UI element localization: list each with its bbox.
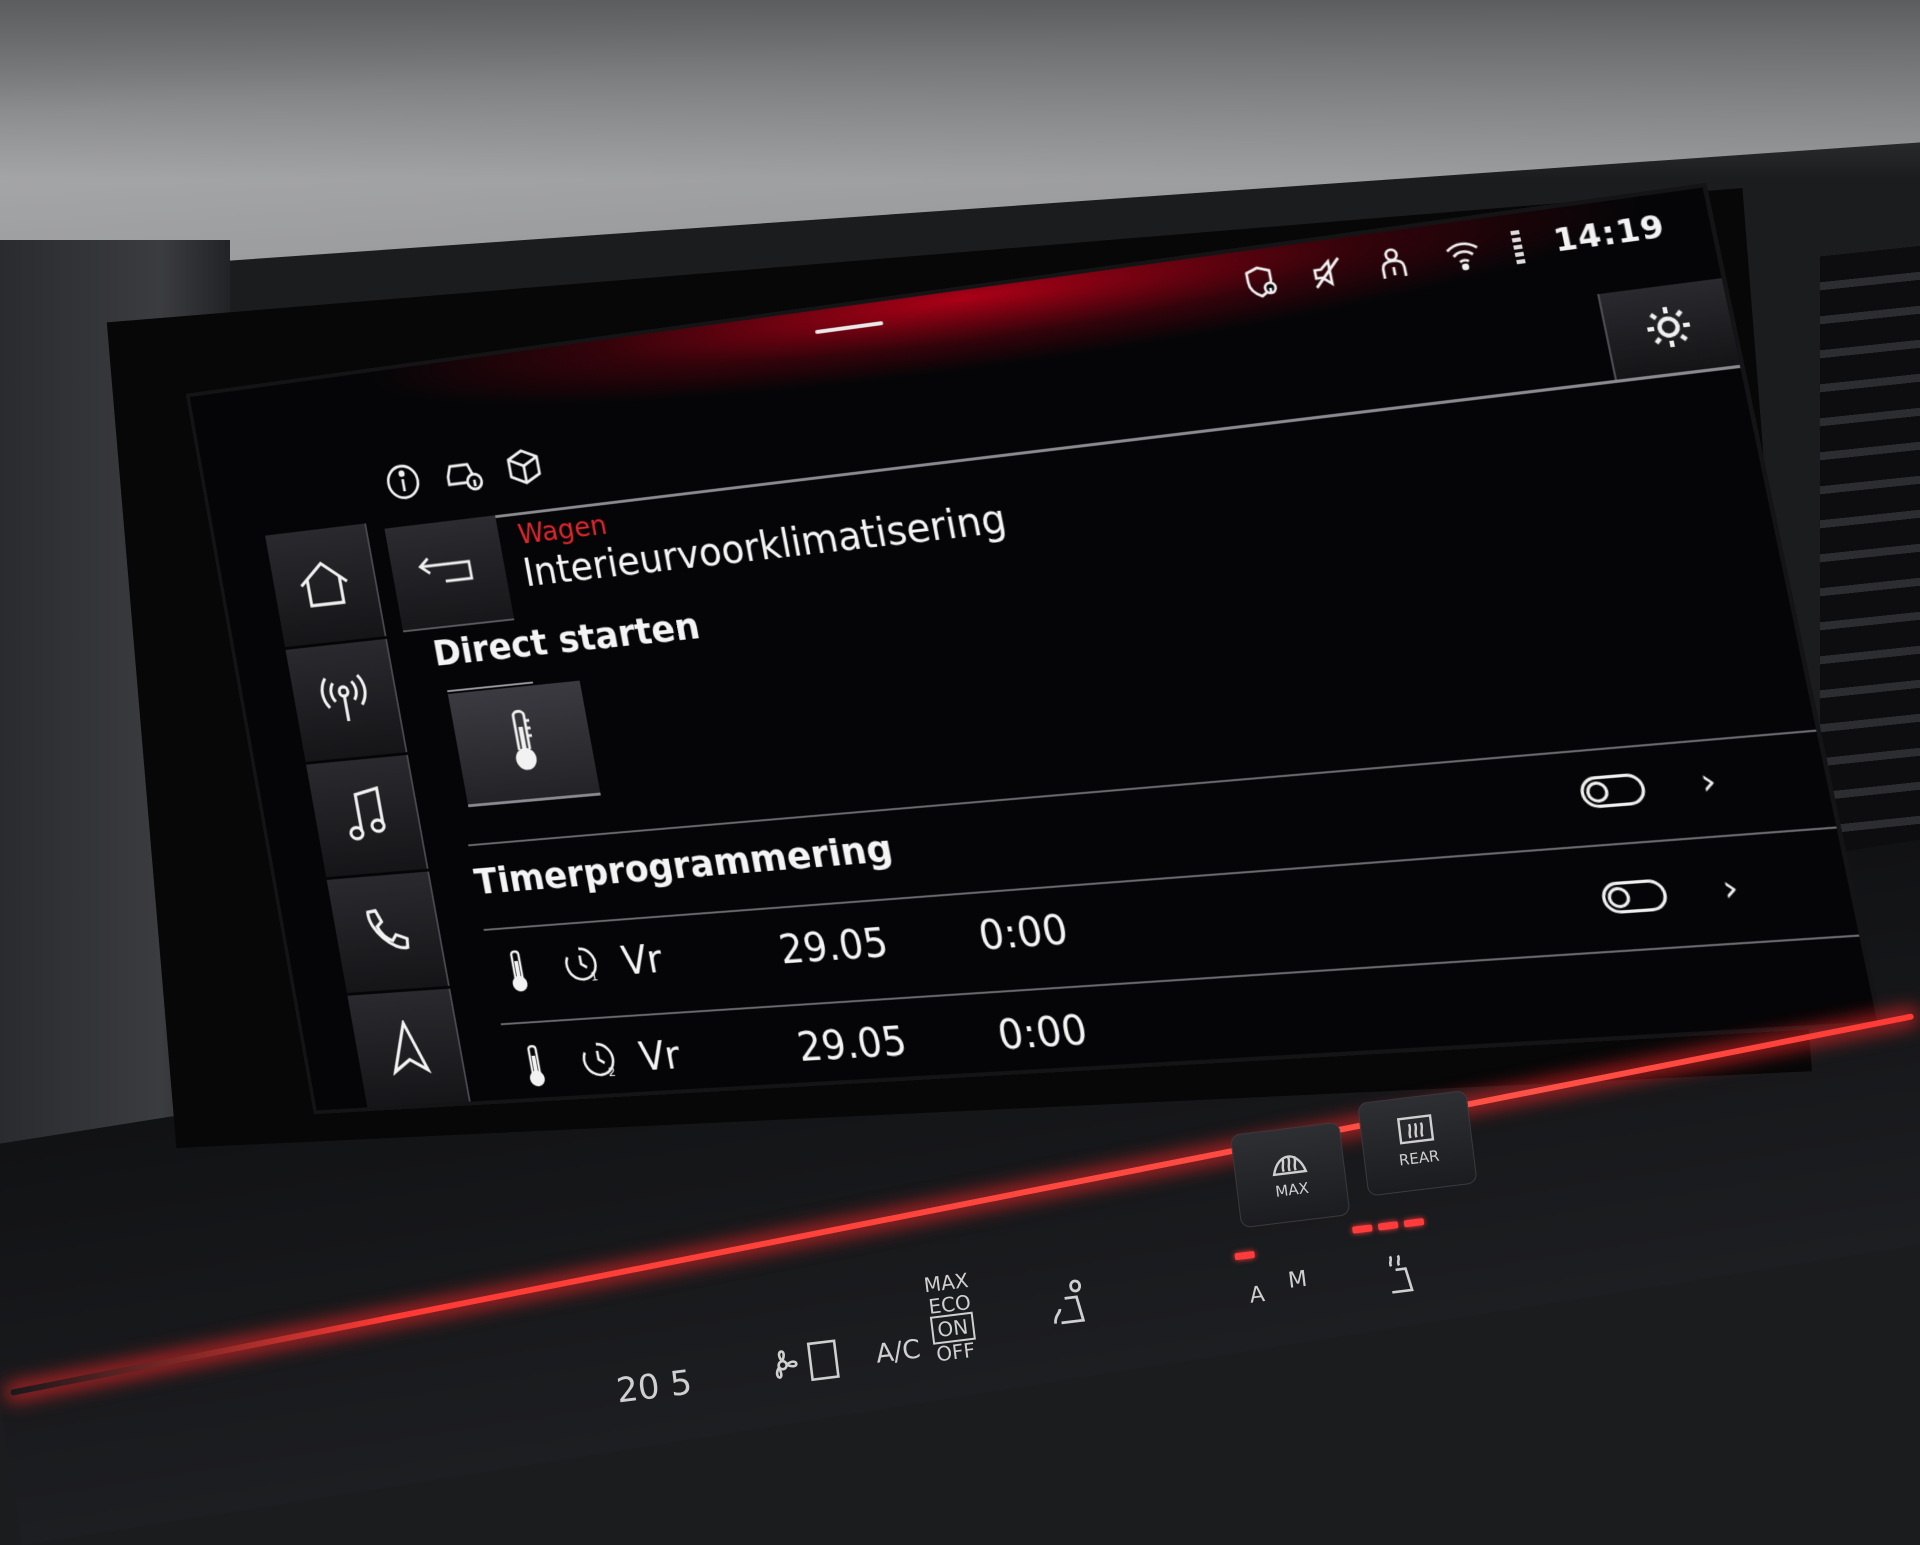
timer-1-toggle[interactable] [1577, 772, 1649, 810]
timer-1-day: Vr [618, 937, 667, 985]
settings-button[interactable] [1597, 278, 1740, 380]
thermometer-icon [502, 707, 545, 780]
gear-icon [1639, 301, 1698, 358]
home-icon [294, 557, 356, 614]
navigation-arrow-icon [383, 1019, 433, 1080]
temperature-readout: 20 5 [614, 1362, 695, 1412]
off-label[interactable]: OFF [935, 1338, 976, 1367]
max-defrost-label: MAX [1274, 1178, 1310, 1201]
rear-defrost-button[interactable]: REAR [1356, 1089, 1478, 1197]
timer-2-day: Vr [636, 1033, 684, 1080]
ac-label[interactable]: A/C [874, 1334, 922, 1369]
back-button[interactable] [384, 515, 515, 633]
timer-1-chevron[interactable]: › [1696, 760, 1720, 804]
nav-phone[interactable] [326, 871, 450, 993]
fan-icon[interactable] [762, 1336, 847, 1393]
radio-antenna-icon [315, 670, 376, 731]
timer-1-time: 0:00 [974, 907, 1072, 960]
signal-bars-icon [1509, 229, 1526, 264]
phone-icon [360, 905, 414, 961]
seat-air-icon[interactable] [1046, 1275, 1096, 1334]
location-shield-icon [1240, 262, 1282, 301]
direct-start-tile[interactable] [447, 680, 601, 808]
timer-2-toggle[interactable] [1599, 878, 1670, 915]
rear-label: REAR [1397, 1146, 1441, 1170]
seat-heat-icon[interactable] [1376, 1249, 1422, 1302]
info-icon[interactable] [382, 460, 426, 507]
auto-m-label[interactable]: M [1287, 1267, 1309, 1294]
max-defrost-button[interactable]: MAX [1229, 1121, 1351, 1229]
nav-navigation[interactable] [347, 988, 472, 1110]
nav-radio[interactable] [285, 638, 408, 762]
infotainment-screen: 14:19 Wagen Interieurvoorklimatisering D… [189, 187, 1878, 1111]
seat-heat-leds [1352, 1218, 1425, 1234]
music-note-icon [340, 785, 392, 848]
timer-2-time: 0:00 [994, 1007, 1092, 1060]
timer-1-date: 29.05 [775, 920, 892, 974]
auto-a-label[interactable]: A [1248, 1282, 1266, 1309]
wifi-icon [1441, 234, 1485, 274]
timer-2-icon: 2 [577, 1039, 621, 1083]
back-arrow-icon [415, 551, 482, 595]
svg-text:2: 2 [607, 1065, 617, 1079]
person-info-icon [1373, 243, 1416, 283]
nav-home[interactable] [265, 523, 387, 648]
nav-media[interactable] [306, 754, 429, 878]
package-icon[interactable] [503, 445, 546, 493]
car-info-icon[interactable] [440, 452, 488, 500]
timer-1-icon: 1 [560, 944, 603, 988]
max-defrost-leds [1234, 1250, 1256, 1261]
svg-text:1: 1 [589, 970, 599, 985]
thermometer-icon [522, 1044, 548, 1093]
thermometer-icon [505, 949, 531, 998]
muted-speaker-icon [1306, 253, 1348, 292]
timer-2-date: 29.05 [793, 1019, 911, 1071]
